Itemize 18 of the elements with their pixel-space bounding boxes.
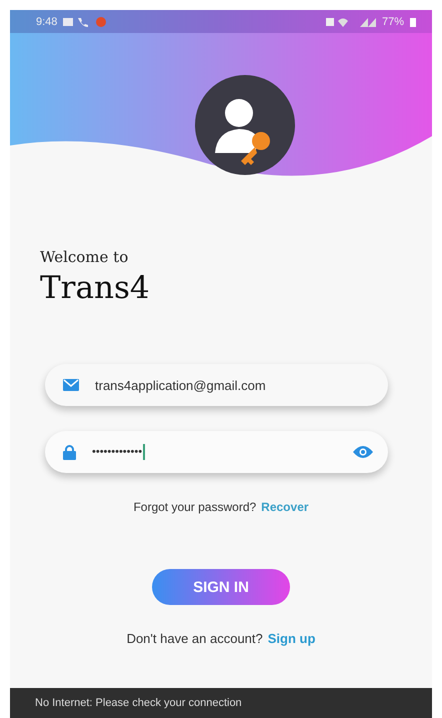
welcome-subtitle: Welcome to bbox=[40, 248, 130, 266]
password-field[interactable]: ••••••••••••• bbox=[45, 431, 388, 473]
sign-in-button[interactable]: SIGN IN bbox=[152, 569, 290, 605]
battery-icon bbox=[410, 16, 416, 26]
signup-text: Don't have an account? bbox=[126, 631, 263, 646]
status-time: 9:48 bbox=[36, 16, 58, 28]
eye-icon[interactable] bbox=[352, 445, 374, 459]
app-title: Trans4 bbox=[40, 270, 151, 306]
snackbar-message: No Internet: Please check your connection bbox=[35, 697, 242, 709]
system-icons bbox=[326, 16, 376, 26]
recover-link[interactable]: Recover bbox=[261, 500, 309, 514]
battery-level: 77% bbox=[382, 16, 404, 28]
email-field[interactable]: trans4application@gmail.com bbox=[45, 364, 388, 406]
lock-icon bbox=[63, 444, 76, 460]
mail-icon bbox=[63, 379, 79, 391]
forgot-text: Forgot your password? bbox=[133, 500, 256, 514]
user-key-icon bbox=[195, 75, 295, 175]
sign-up-link[interactable]: Sign up bbox=[268, 631, 316, 646]
